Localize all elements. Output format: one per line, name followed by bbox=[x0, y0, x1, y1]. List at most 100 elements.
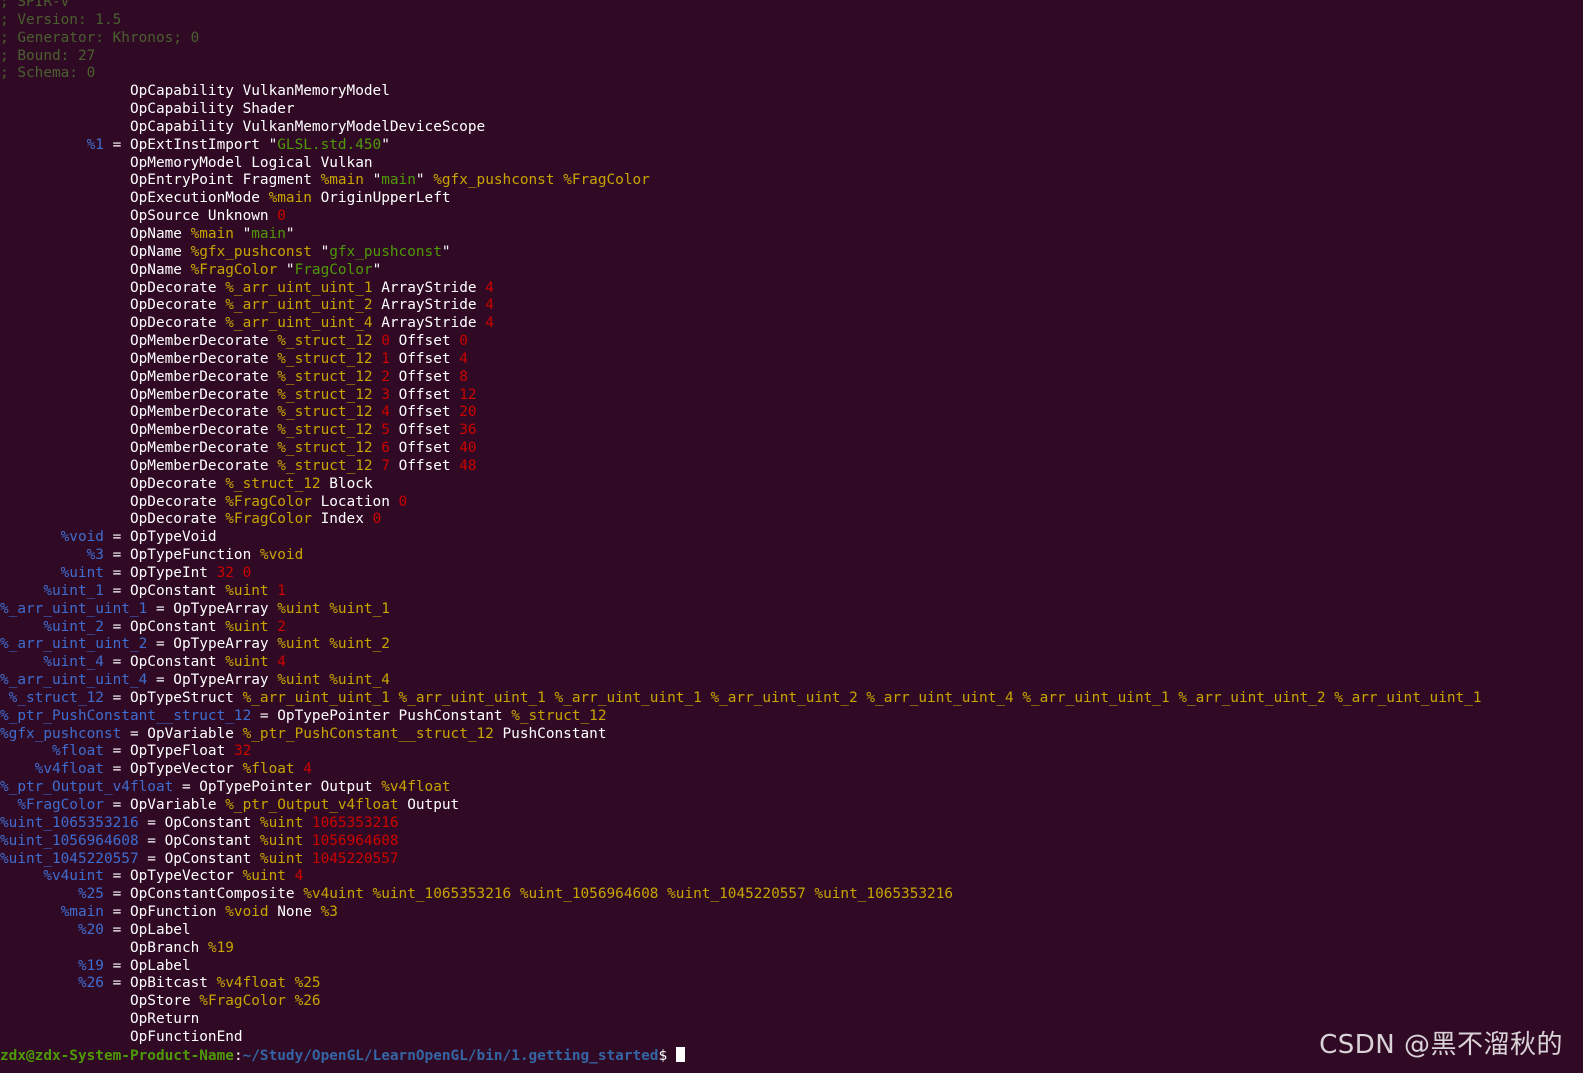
token-plain: OriginUpperLeft bbox=[311, 190, 451, 207]
terminal-line: OpCapability VulkanMemoryModelDeviceScop… bbox=[0, 119, 1482, 137]
token-id: %void bbox=[0, 529, 104, 546]
token-num: 7 bbox=[381, 457, 390, 474]
token-plain: = OpConstant bbox=[138, 832, 260, 849]
terminal-line: OpDecorate %_arr_uint_uint_1 ArrayStride… bbox=[0, 280, 1482, 298]
token-plain: OpCapability Shader bbox=[0, 101, 295, 118]
token-ref: %_struct_12 bbox=[277, 422, 373, 439]
token-plain: = OpTypeFunction bbox=[103, 547, 260, 564]
token-id: %20 bbox=[0, 921, 104, 938]
token-plain: OpDecorate bbox=[0, 315, 226, 332]
token-ref: %_struct_12 bbox=[277, 386, 373, 403]
token-plain: = OpVariable bbox=[121, 725, 243, 742]
token-id: %_arr_uint_uint_2 bbox=[0, 636, 148, 653]
token-num: 4 bbox=[485, 279, 494, 296]
token-plain: Offset bbox=[389, 404, 460, 421]
token-ref: %FragColor bbox=[199, 993, 286, 1010]
token-plain: = OpTypeInt bbox=[103, 565, 217, 581]
token-plain: = OpBitcast bbox=[103, 975, 217, 992]
token-str: main bbox=[251, 225, 286, 242]
terminal-line: ; Generator: Khronos; 0 bbox=[0, 30, 1482, 48]
terminal-line: OpDecorate %_struct_12 Block bbox=[0, 476, 1482, 494]
terminal-line: OpMemberDecorate %_struct_12 7 Offset 48 bbox=[0, 458, 1482, 476]
terminal-window[interactable]: ; SPIR-V; Version: 1.5; Generator: Khron… bbox=[0, 0, 1583, 1073]
terminal-line: %uint_4 = OpConstant %uint 4 bbox=[0, 654, 1482, 672]
token-plain: Offset bbox=[389, 440, 460, 457]
token-ref: %float bbox=[242, 761, 295, 778]
token-ref: %_struct_12 bbox=[277, 440, 373, 457]
terminal-line: OpSource Unknown 0 bbox=[0, 208, 1482, 226]
token-id: %_ptr_Output_v4float bbox=[0, 779, 174, 796]
token-plain: " bbox=[381, 136, 390, 153]
token-plain: " bbox=[372, 261, 382, 278]
terminal-line: OpReturn bbox=[0, 1011, 1482, 1029]
token-plain: OpMemberDecorate bbox=[0, 350, 278, 367]
token-plain: Block bbox=[320, 475, 373, 492]
token-plain: ArrayStride bbox=[372, 315, 486, 332]
terminal-line: OpCapability Shader bbox=[0, 101, 1482, 119]
prompt-symbol: $ bbox=[658, 1047, 676, 1064]
token-plain: " bbox=[285, 225, 295, 242]
terminal-line: OpDecorate %FragColor Location 0 bbox=[0, 494, 1482, 512]
token-plain: OpEntryPoint Fragment bbox=[0, 172, 321, 189]
terminal-line: %main = OpFunction %void None %3 bbox=[0, 904, 1482, 922]
token-num: 4 bbox=[485, 315, 494, 332]
terminal-line: OpMemberDecorate %_struct_12 6 Offset 40 bbox=[0, 440, 1482, 458]
terminal-line: %_arr_uint_uint_2 = OpTypeArray %uint %u… bbox=[0, 636, 1482, 654]
terminal-line: OpEntryPoint Fragment %main "main" %gfx_… bbox=[0, 172, 1482, 190]
token-num: 6 bbox=[381, 440, 390, 457]
token-num: 2 bbox=[381, 368, 390, 385]
token-plain: " bbox=[277, 261, 295, 278]
token-plain: " bbox=[233, 225, 252, 242]
token-num: 40 bbox=[459, 440, 477, 457]
token-num: 0 bbox=[242, 565, 252, 581]
token-id: %uint_1045220557 bbox=[0, 850, 139, 867]
token-id: %3 bbox=[0, 547, 104, 564]
token-id: %_arr_uint_uint_1 bbox=[0, 600, 148, 617]
token-plain: = OpConstantComposite bbox=[103, 886, 304, 903]
shell-prompt[interactable]: zdx@zdx-System-Product-Name:~/Study/Open… bbox=[0, 1046, 1482, 1065]
terminal-line: OpName %gfx_pushconst "gfx_pushconst" bbox=[0, 244, 1482, 262]
token-plain: ArrayStride bbox=[372, 297, 486, 314]
terminal-line: OpName %FragColor "FragColor" bbox=[0, 262, 1482, 280]
token-id: %gfx_pushconst bbox=[0, 725, 122, 742]
token-id: %19 bbox=[0, 957, 104, 974]
token-plain: = OpLabel bbox=[103, 957, 191, 974]
token-plain: OpName bbox=[0, 225, 191, 242]
token-ref: %_struct_12 bbox=[225, 475, 321, 492]
token-plain: OpMemoryModel Logical Vulkan bbox=[0, 154, 373, 171]
token-plain: OpSource Unknown bbox=[0, 208, 278, 225]
token-plain: Offset bbox=[389, 422, 460, 439]
terminal-line: %uint_1045220557 = OpConstant %uint 1045… bbox=[0, 851, 1482, 869]
terminal-line: OpCapability VulkanMemoryModel bbox=[0, 83, 1482, 101]
token-plain: = OpTypePointer PushConstant bbox=[251, 707, 512, 724]
token-plain: " bbox=[363, 172, 382, 189]
token-plain: Offset bbox=[389, 386, 460, 403]
token-ref: %main bbox=[190, 225, 234, 242]
token-ref: %uint_1 bbox=[329, 600, 390, 617]
token-comment: ; Generator: Khronos; 0 bbox=[0, 29, 200, 46]
token-num: 2 bbox=[277, 618, 286, 635]
terminal-line: OpExecutionMode %main OriginUpperLeft bbox=[0, 190, 1482, 208]
token-plain: PushConstant bbox=[493, 725, 607, 742]
token-plain: OpName bbox=[0, 243, 191, 260]
token-plain: OpDecorate bbox=[0, 511, 226, 528]
token-num: 4 bbox=[459, 350, 468, 367]
token-ref: %FragColor bbox=[563, 172, 650, 189]
token-ref: %uint bbox=[259, 832, 304, 849]
token-ref: %main bbox=[268, 190, 312, 207]
token-ref: %_struct_12 bbox=[277, 404, 373, 421]
token-plain: OpDecorate bbox=[0, 279, 226, 296]
token-plain: = OpExtInstImport " bbox=[103, 136, 278, 153]
token-plain: Output bbox=[398, 796, 460, 813]
token-ref: %25 bbox=[294, 975, 321, 992]
token-comment: ; Schema: 0 bbox=[0, 65, 96, 82]
token-plain: = OpLabel bbox=[103, 921, 191, 938]
token-plain: = OpVariable bbox=[103, 796, 226, 813]
token-num: 4 bbox=[294, 868, 304, 885]
